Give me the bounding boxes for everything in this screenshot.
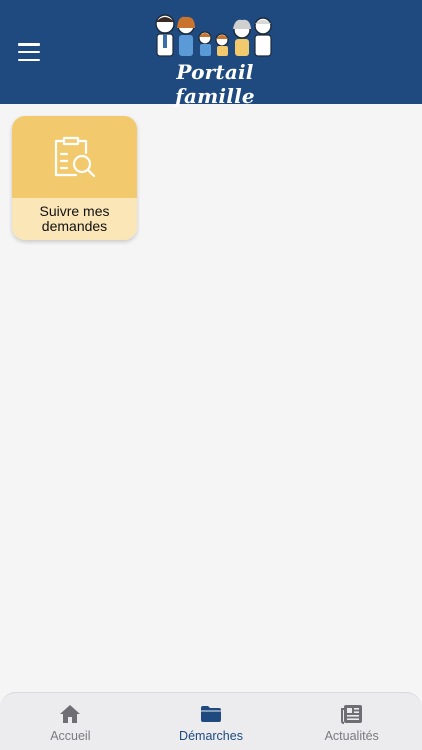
- tile-icon-area: [12, 116, 137, 198]
- app-header: Portail famille: [0, 0, 422, 108]
- home-icon: [60, 705, 81, 723]
- app-name: Portail famille: [175, 60, 255, 108]
- tab-demarches[interactable]: Démarches: [141, 693, 282, 750]
- tab-accueil[interactable]: Accueil: [0, 693, 141, 750]
- tile-suivre-mes-demandes[interactable]: Suivre mes demandes: [12, 116, 137, 240]
- tile-label: Suivre mes demandes: [12, 198, 137, 240]
- family-illustration-icon: [155, 14, 272, 57]
- tab-demarches-label: Démarches: [179, 729, 243, 743]
- hamburger-menu-icon[interactable]: [18, 43, 40, 61]
- bottom-tab-bar: Accueil Démarches Actualités: [0, 692, 422, 750]
- newspaper-icon: [340, 705, 362, 724]
- tab-accueil-label: Accueil: [50, 729, 91, 743]
- portail-famille-logo: Portail famille: [140, 10, 290, 108]
- tab-actualites-label: Actualités: [324, 729, 379, 743]
- clipboard-search-icon: [54, 136, 96, 178]
- folder-icon: [201, 706, 221, 722]
- tab-actualites[interactable]: Actualités: [281, 693, 422, 750]
